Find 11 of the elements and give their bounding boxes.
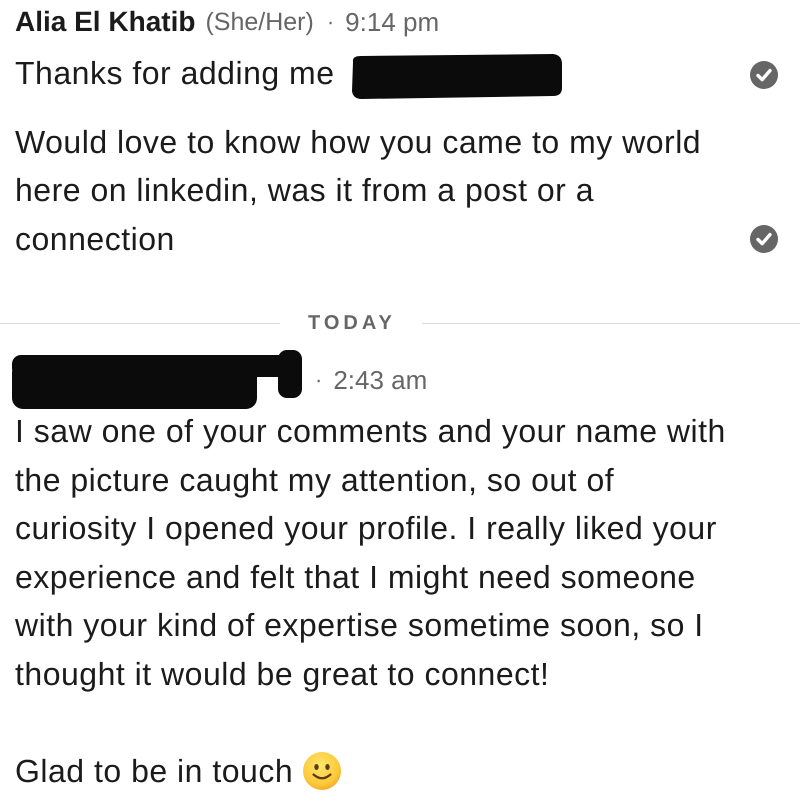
message-text: Glad to be in touch <box>15 752 294 789</box>
separator-dot: · <box>326 9 334 35</box>
message-time: 2:43 am <box>333 364 428 396</box>
message-text: Would love to know how you came to my world here on linkedin, was it from a post or a connection <box>15 124 702 257</box>
message-time: 9:14 pm <box>345 6 440 38</box>
message-text: Thanks for adding me <box>15 55 334 91</box>
date-divider-label: TODAY <box>308 312 396 335</box>
sender-pronouns: (She/Her) <box>205 8 314 36</box>
message-text: I saw one of your comments and your name with the picture caught my attention, so out of curiosity I opened your profile. I really liked your experience and felt that I might need someone with your kind of expertise sometime soon, so I thought it would be great to connect! <box>15 413 726 692</box>
sender-name: Alia El Khatib <box>15 6 196 38</box>
separator-dot: · <box>315 367 322 394</box>
